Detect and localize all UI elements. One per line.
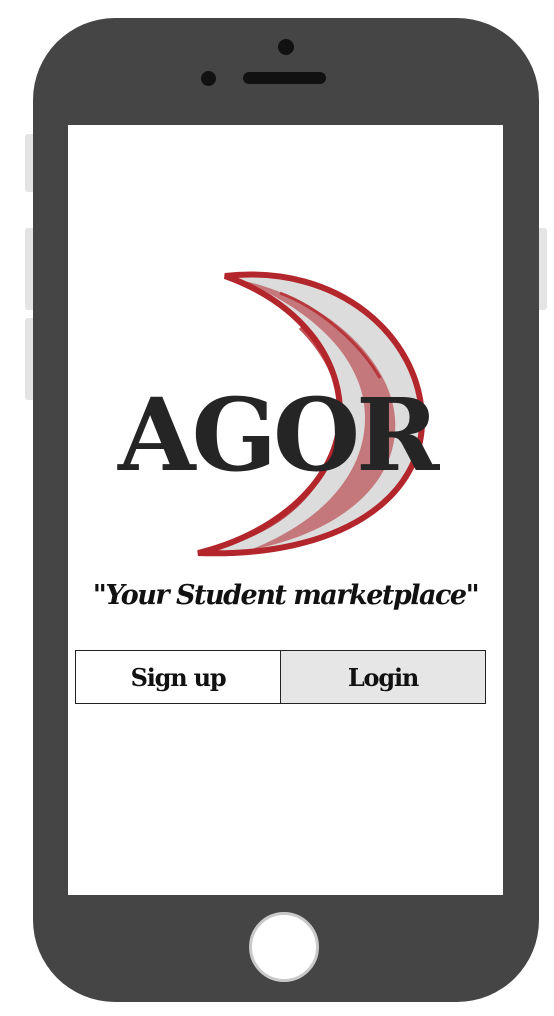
auth-button-group: Sign up Login (75, 650, 486, 704)
logo-wordmark: AGORA (117, 376, 440, 494)
agora-logo-graphic: AGORA (117, 271, 518, 557)
front-camera-icon (278, 39, 294, 55)
login-button[interactable]: Login (281, 651, 485, 703)
sign-up-button[interactable]: Sign up (76, 651, 281, 703)
agora-logo: AGORA (90, 268, 518, 564)
earpiece-speaker-icon (243, 72, 326, 84)
proximity-sensor-icon (201, 71, 216, 86)
home-button[interactable] (249, 912, 319, 982)
tagline: "Your Student marketplace" (92, 580, 480, 611)
